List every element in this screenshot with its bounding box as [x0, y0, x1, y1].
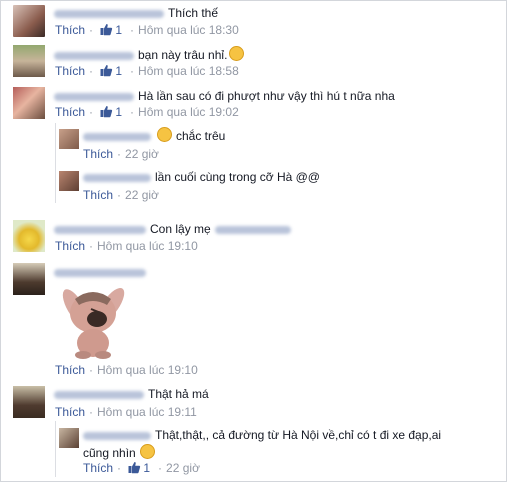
comment-text: Thích thế	[54, 6, 218, 20]
like-link[interactable]: Thích	[55, 405, 85, 419]
comment-text: Hà lần sau có đi phượt như vậy thì hú t …	[54, 89, 395, 103]
like-count[interactable]: 1	[115, 23, 122, 37]
reply-thread-line	[55, 421, 56, 477]
rabbit-sticker[interactable]	[55, 279, 131, 361]
like-link[interactable]: Thích	[83, 147, 113, 161]
author-name[interactable]	[54, 390, 144, 399]
like-count[interactable]: 1	[143, 461, 150, 475]
author-name[interactable]	[83, 431, 151, 440]
timestamp[interactable]: Hôm qua lúc 18:58	[138, 64, 239, 78]
timestamp[interactable]: Hôm qua lúc 18:30	[138, 23, 239, 37]
like-link[interactable]: Thích	[55, 23, 85, 37]
thumbs-up-icon	[128, 462, 141, 474]
like-count[interactable]: 1	[115, 64, 122, 78]
comment-text: Thật,thật,, cả đường từ Hà Nội về,chỉ có…	[83, 428, 441, 442]
avatar[interactable]	[13, 386, 45, 418]
timestamp[interactable]: Hôm qua lúc 19:11	[97, 405, 197, 419]
comment-text: Con lậy mẹ	[54, 222, 295, 236]
avatar[interactable]	[13, 87, 45, 119]
comment-actions: Thích · Hôm qua lúc 19:11	[55, 405, 197, 419]
like-link[interactable]: Thích	[55, 64, 85, 78]
timestamp[interactable]: Hôm qua lúc 19:02	[138, 105, 239, 119]
like-link[interactable]: Thích	[83, 188, 113, 202]
comment-text: bạn này trâu nhỉ.	[54, 46, 245, 62]
comment-actions: Thích · Hôm qua lúc 19:10	[55, 239, 198, 253]
avatar[interactable]	[59, 428, 79, 448]
avatar[interactable]	[59, 171, 79, 191]
author-name[interactable]	[54, 225, 146, 234]
avatar[interactable]	[59, 129, 79, 149]
author-name[interactable]	[54, 9, 164, 18]
timestamp[interactable]: Hôm qua lúc 19:10	[97, 239, 198, 253]
comment-actions: Thích · 22 giờ	[83, 147, 159, 161]
like-count[interactable]: 1	[115, 105, 122, 119]
like-link[interactable]: Thích	[55, 363, 85, 377]
like-link[interactable]: Thích	[55, 105, 85, 119]
comment-actions: Thích · 1 · Hôm qua lúc 19:02	[55, 105, 239, 119]
like-link[interactable]: Thích	[55, 239, 85, 253]
comment-text: lần cuối cùng trong cỡ Hà @@	[83, 170, 320, 184]
comment-thread: Thích thế Thích · 1 · Hôm qua lúc 18:30 bạn…	[0, 0, 507, 482]
comment-text-line2: cũng nhìn	[83, 444, 155, 460]
avatar[interactable]	[13, 220, 45, 252]
grin-emoji-icon	[139, 444, 155, 459]
author-name[interactable]	[83, 132, 151, 141]
reply-thread-line	[55, 123, 56, 203]
smile-emoji-icon	[229, 46, 245, 61]
mentioned-name[interactable]	[214, 225, 291, 234]
like-link[interactable]: Thích	[83, 461, 113, 475]
tongue-emoji-icon	[157, 127, 172, 142]
comment-text	[54, 265, 150, 279]
thumbs-up-icon	[100, 24, 113, 36]
author-name[interactable]	[54, 92, 134, 101]
comment-text: chắc trêu	[83, 127, 225, 143]
timestamp[interactable]: Hôm qua lúc 19:10	[97, 363, 198, 377]
author-name[interactable]	[54, 268, 146, 277]
avatar[interactable]	[13, 263, 45, 295]
timestamp[interactable]: 22 giờ	[125, 188, 159, 202]
comment-actions: Thích · 1 · 22 giờ	[83, 461, 200, 475]
author-name[interactable]	[54, 51, 134, 60]
avatar[interactable]	[13, 45, 45, 77]
comment-actions: Thích · 1 · Hôm qua lúc 18:30	[55, 23, 239, 37]
thumbs-up-icon	[100, 106, 113, 118]
comment-actions: Thích · 1 · Hôm qua lúc 18:58	[55, 64, 239, 78]
avatar[interactable]	[13, 5, 45, 37]
timestamp[interactable]: 22 giờ	[125, 147, 159, 161]
comment-text: Thật hả má	[54, 387, 209, 401]
timestamp[interactable]: 22 giờ	[166, 461, 200, 475]
thumbs-up-icon	[100, 65, 113, 77]
comment-actions: Thích · 22 giờ	[83, 188, 159, 202]
comment-actions: Thích · Hôm qua lúc 19:10	[55, 363, 198, 377]
author-name[interactable]	[83, 173, 151, 182]
